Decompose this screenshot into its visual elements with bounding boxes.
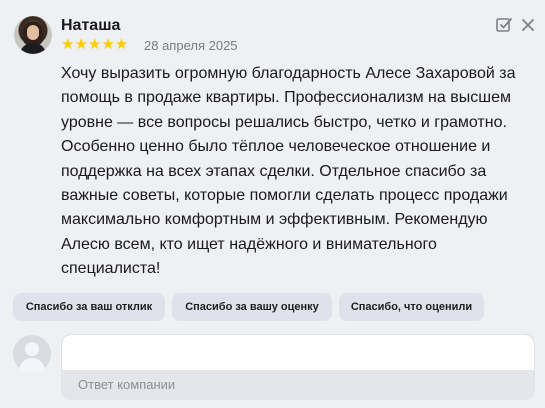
rating-stars: ★★★★★: [61, 36, 129, 53]
quick-reply-chip[interactable]: Спасибо за вашу оценку: [172, 293, 332, 321]
company-reply-box: Ответ компании: [61, 334, 535, 400]
author-avatar: [14, 16, 52, 54]
author-name[interactable]: Наташа: [61, 17, 120, 35]
review-card: Наташа ★★★★★ 28 апреля 2025 Хочу выразит…: [0, 0, 545, 408]
review-text: Хочу выразить огромную благодарность Але…: [61, 65, 516, 278]
review-date: 28 апреля 2025: [144, 38, 238, 53]
quick-reply-chip[interactable]: Спасибо за ваш отклик: [13, 293, 165, 321]
edit-checkbox-icon[interactable]: [495, 16, 513, 34]
company-avatar: [13, 335, 51, 373]
company-reply-input[interactable]: [62, 335, 534, 370]
company-reply-label: Ответ компании: [78, 377, 176, 392]
close-icon[interactable]: [519, 16, 537, 34]
quick-reply-chip[interactable]: Спасибо, что оценили: [339, 293, 484, 321]
